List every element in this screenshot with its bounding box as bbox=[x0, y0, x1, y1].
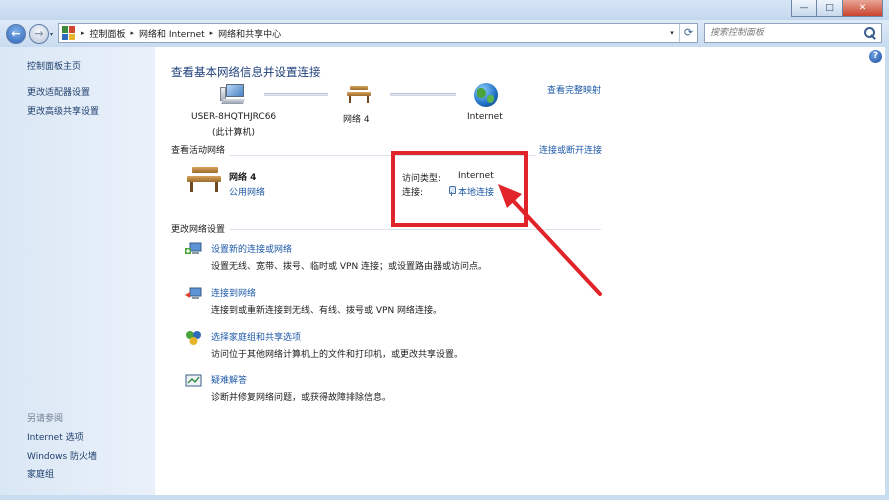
internet-globe-icon bbox=[474, 83, 498, 107]
maximize-button[interactable]: □ bbox=[817, 0, 843, 17]
active-network-bench-icon bbox=[186, 167, 222, 193]
window-controls: — □ ✕ bbox=[791, 0, 883, 17]
see-also-heading: 另请参阅 bbox=[27, 414, 64, 424]
network-name-label: 网络 4 bbox=[343, 115, 370, 125]
recent-pages-dropdown[interactable]: ▾ bbox=[50, 31, 53, 38]
sidebar-item-change-advanced-sharing[interactable]: 更改高级共享设置 bbox=[27, 104, 99, 117]
breadcrumb-control-panel[interactable]: 控制面板 bbox=[90, 27, 126, 40]
control-panel-icon bbox=[62, 26, 76, 40]
task-description: 访问位于其他网络计算机上的文件和打印机，或更改共享设置。 bbox=[211, 350, 464, 360]
task-setup-new-connection[interactable]: 设置新的连接或网络 bbox=[211, 242, 292, 255]
sidebar-item-homegroup[interactable]: 家庭组 bbox=[27, 467, 54, 480]
breadcrumb-separator[interactable]: ▸ bbox=[210, 29, 214, 37]
task-description: 连接到或重新连接到无线、有线、拨号或 VPN 网络连接。 bbox=[211, 306, 443, 316]
task-description: 诊断并修复网络问题，或获得故障排除信息。 bbox=[211, 393, 392, 403]
title-bar: — □ ✕ bbox=[0, 0, 889, 20]
task-connect-to-network[interactable]: 连接到网络 bbox=[211, 286, 256, 299]
map-connector bbox=[390, 93, 456, 96]
refresh-icon[interactable]: ⟳ bbox=[679, 24, 697, 42]
forward-button[interactable]: → bbox=[29, 24, 49, 44]
troubleshoot-icon bbox=[185, 374, 202, 387]
search-icon[interactable] bbox=[862, 25, 878, 41]
computer-name: USER-8HQTHJRC66 bbox=[191, 112, 277, 122]
sidebar-item-change-adapter-settings[interactable]: 更改适配器设置 bbox=[27, 85, 90, 98]
minimize-button[interactable]: — bbox=[791, 0, 817, 17]
search-box[interactable] bbox=[704, 23, 882, 43]
connect-to-network-icon bbox=[185, 287, 202, 299]
task-homegroup-sharing[interactable]: 选择家庭组和共享选项 bbox=[211, 330, 301, 343]
help-icon[interactable]: ? bbox=[869, 50, 882, 63]
address-bar[interactable]: ▸ 控制面板 ▸ 网络和 Internet ▸ 网络和共享中心 ▾ ⟳ bbox=[58, 23, 698, 43]
back-button[interactable]: ← bbox=[6, 24, 26, 44]
window-frame-bottom bbox=[0, 495, 889, 500]
sidebar-item-windows-firewall[interactable]: Windows 防火墙 bbox=[27, 449, 97, 462]
breadcrumb-network-sharing-center[interactable]: 网络和共享中心 bbox=[218, 27, 281, 40]
window-frame-right bbox=[885, 47, 889, 500]
task-description: 设置无线、宽带、拨号、临时或 VPN 连接；或设置路由器或访问点。 bbox=[211, 262, 488, 272]
annotation-arrow-icon bbox=[498, 184, 602, 296]
sidebar-item-internet-options[interactable]: Internet 选项 bbox=[27, 430, 84, 443]
page-title: 查看基本网络信息并设置连接 bbox=[171, 65, 321, 79]
breadcrumb-network-internet[interactable]: 网络和 Internet bbox=[139, 27, 205, 40]
navigation-bar: ← → ▾ ▸ 控制面板 ▸ 网络和 Internet ▸ 网络和共享中心 ▾ … bbox=[0, 20, 889, 47]
connect-disconnect-link[interactable]: 连接或断开连接 bbox=[539, 143, 602, 156]
breadcrumb-separator[interactable]: ▸ bbox=[131, 29, 135, 37]
active-network-name: 网络 4 bbox=[229, 173, 257, 183]
new-connection-icon bbox=[185, 242, 202, 254]
close-button[interactable]: ✕ bbox=[843, 0, 883, 17]
network-type-link[interactable]: 公用网络 bbox=[229, 185, 265, 198]
map-connector bbox=[264, 93, 328, 96]
view-full-map-link[interactable]: 查看完整映射 bbox=[547, 83, 601, 96]
task-troubleshoot[interactable]: 疑难解答 bbox=[211, 373, 247, 386]
address-dropdown-icon[interactable]: ▾ bbox=[665, 29, 679, 37]
computer-sub-label: (此计算机) bbox=[212, 128, 256, 138]
active-networks-heading: 查看活动网络 bbox=[171, 146, 226, 156]
homegroup-icon bbox=[186, 331, 201, 345]
breadcrumb-separator[interactable]: ▸ bbox=[81, 29, 85, 37]
network-bench-icon bbox=[346, 86, 372, 104]
search-input[interactable] bbox=[705, 25, 862, 41]
internet-label: Internet bbox=[467, 112, 503, 122]
sidebar-item-control-panel-home[interactable]: 控制面板主页 bbox=[27, 59, 81, 72]
change-settings-heading: 更改网络设置 bbox=[171, 225, 226, 235]
computer-icon bbox=[220, 84, 246, 106]
